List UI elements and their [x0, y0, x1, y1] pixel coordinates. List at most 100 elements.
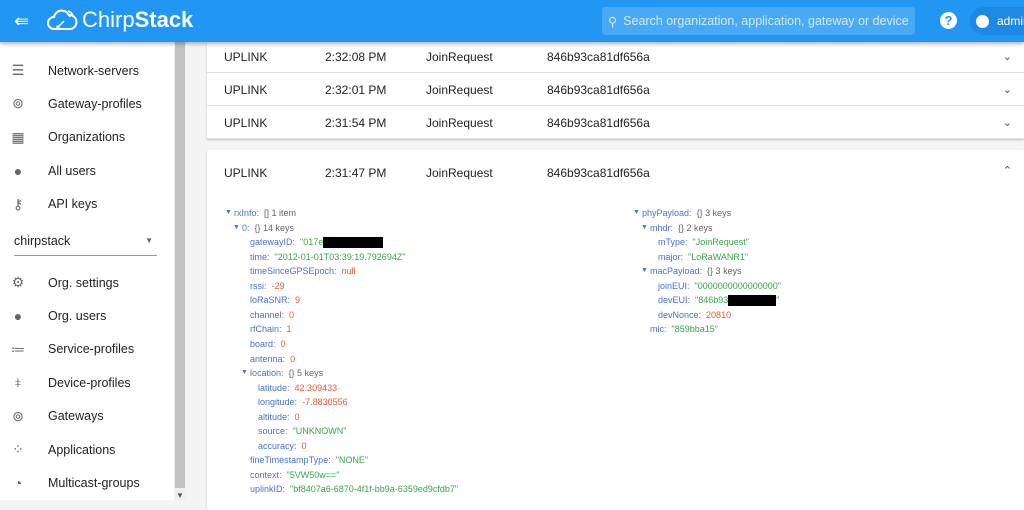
json-key: timeSinceGPSEpoch: [250, 266, 335, 277]
json-node-channel: channel: 0: [250, 309, 295, 320]
sidebar-item-device-profiles[interactable]: ⧧ Device-profiles: [0, 366, 174, 399]
redaction-block: [323, 237, 384, 249]
sidebar-item-api-keys[interactable]: ⚷ API keys: [0, 188, 174, 221]
json-node-macpayload[interactable]: ▼ macPayload: {} 3 keys: [641, 265, 742, 277]
json-key: uplinkID: [250, 484, 283, 495]
frame-row[interactable]: UPLINK 2:32:08 PM JoinRequest 846b93ca81df6…: [207, 40, 1024, 73]
json-node-mhdr[interactable]: ▼ mhdr: {} 2 keys: [641, 222, 713, 234]
chevron-down-icon[interactable]: ⌄: [1003, 83, 1012, 96]
json-node-rxinfo[interactable]: ▼ rxInfo: [] 1 item: [225, 207, 297, 219]
json-node-0[interactable]: ▼ 0: {} 14 keys: [233, 222, 295, 234]
direction: UPLINK: [224, 83, 268, 97]
organization-select[interactable]: chirpstack ▼: [14, 234, 157, 256]
json-node-longitude: longitude: -7.8830556: [258, 397, 348, 408]
json-node-antenna: antenna: 0: [250, 353, 296, 364]
json-value: -7.8830556: [302, 397, 348, 408]
chevron-down-icon[interactable]: ⌄: [1003, 116, 1012, 129]
frame-row[interactable]: UPLINK 2:31:54 PM JoinRequest 846b93ca81df6…: [207, 106, 1024, 139]
json-meta: {} 2 keys: [678, 222, 713, 233]
json-node-accuracy: accuracy: 0: [258, 440, 307, 451]
json-value: "859bba15": [671, 324, 718, 335]
sidebar-item-org-settings[interactable]: ⚙ Org. settings: [0, 266, 174, 299]
json-value: 0: [290, 353, 296, 364]
person-icon: ●: [13, 307, 23, 324]
json-key: mType: [658, 237, 686, 248]
gear-icon: ⚙: [11, 274, 25, 290]
json-node-major: major: "LoRaWANR1": [658, 251, 749, 262]
json-node-location[interactable]: ▼ location: {} 5 keys: [241, 367, 323, 379]
sidebar-item-label: Applications: [48, 442, 116, 457]
key-icon: ⚷: [12, 195, 24, 212]
grid-icon: ⁘: [12, 441, 24, 457]
direction: UPLINK: [224, 166, 268, 180]
json-node-phypayload[interactable]: ▼ phyPayload: {} 3 keys: [633, 207, 731, 219]
json-key: phyPayload: [642, 208, 690, 218]
chirpstack-logo[interactable]: ChirpStack: [46, 7, 193, 33]
dev-eui: 846b93ca81df656a: [547, 50, 650, 64]
sidebar-item-gateway-profiles[interactable]: ⊚ Gateway-profiles: [0, 87, 174, 120]
collapse-menu-icon[interactable]: ⇚: [14, 11, 29, 32]
json-value: "LoRaWANR1": [688, 251, 749, 262]
sidebar-item-label: Network-servers: [48, 63, 139, 78]
json-node-board: board: 0: [250, 338, 286, 349]
time: 2:31:47 PM: [325, 166, 387, 180]
expand-triangle-icon[interactable]: ▼: [641, 222, 648, 234]
json-value: 0: [294, 411, 300, 422]
json-meta: {} 14 keys: [254, 222, 295, 233]
json-key: loRaSNR: [250, 295, 288, 306]
search-placeholder: Search organization, application, gatewa…: [623, 14, 909, 28]
sidebar-item-label: API keys: [48, 197, 98, 212]
sidebar-item-all-users[interactable]: ● All users: [0, 154, 174, 187]
rss-icon: ◔: [13, 474, 23, 491]
json-key: mhdr: [650, 222, 671, 233]
sliders-icon: ⧧: [14, 374, 22, 391]
frame-row[interactable]: UPLINK 2:32:01 PM JoinRequest 846b93ca81df6…: [207, 73, 1024, 106]
scroll-down-icon[interactable]: ▼: [176, 491, 184, 500]
json-value: "UNKNOWN": [292, 426, 347, 437]
json-value: 20810: [706, 309, 732, 320]
json-node-joineui: joinEUI: "0000000000000000": [658, 280, 782, 291]
building-icon: ▦: [11, 128, 25, 145]
json-key: mic: [650, 324, 664, 335]
scrollbar-thumb[interactable]: [175, 42, 185, 488]
expand-triangle-icon[interactable]: ▼: [241, 367, 248, 379]
json-node-rssi: rssi: -29: [250, 280, 285, 291]
json-node-rfchain: rfChain: 1: [250, 324, 292, 335]
frame-row-expanded[interactable]: UPLINK 2:31:47 PM JoinRequest 846b93ca81df6…: [207, 150, 1024, 194]
chevron-up-icon[interactable]: ⌃: [1003, 164, 1012, 177]
json-node-lorasnr: loRaSNR: 9: [250, 295, 301, 306]
json-value: "JoinRequest": [692, 237, 749, 248]
user-menu-button[interactable]: admin: [970, 7, 1024, 35]
json-node-altitude: altitude: 0: [258, 411, 300, 422]
expand-triangle-icon[interactable]: ▼: [641, 265, 648, 277]
help-icon[interactable]: ?: [940, 12, 957, 29]
json-node-mtype: mType: "JoinRequest": [658, 237, 749, 248]
expanded-frame: UPLINK 2:31:47 PM JoinRequest 846b93ca81df6…: [207, 150, 1024, 510]
expand-triangle-icon[interactable]: ▼: [633, 207, 640, 219]
expand-triangle-icon[interactable]: ▼: [225, 207, 232, 219]
sidebar-item-multicast-groups[interactable]: ◔ Multicast-groups: [0, 466, 174, 499]
expand-triangle-icon[interactable]: ▼: [233, 222, 240, 234]
json-key: major: [658, 251, 681, 262]
json-key: context: [250, 469, 280, 480]
sidebar-scrollbar[interactable]: ▼: [174, 42, 186, 500]
sidebar-item-service-profiles[interactable]: ≔ Service-profiles: [0, 333, 174, 366]
json-node-finetimestamptype: fineTimestampType: "NONE": [250, 455, 369, 466]
search-input[interactable]: ⚲ Search organization, application, gatew…: [602, 7, 915, 35]
json-meta: [] 1 item: [264, 208, 297, 218]
message-type: JoinRequest: [426, 166, 493, 180]
message-type: JoinRequest: [426, 83, 493, 97]
sidebar-item-org-users[interactable]: ● Org. users: [0, 299, 174, 332]
dev-eui: 846b93ca81df656a: [547, 83, 650, 97]
sidebar-item-gateways[interactable]: ⊚ Gateways: [0, 400, 174, 433]
json-node-devnonce: devNonce: 20810: [658, 309, 732, 320]
sidebar-item-applications[interactable]: ⁘ Applications: [0, 433, 174, 466]
sidebar-item-label: Service-profiles: [48, 342, 135, 357]
dropdown-arrow-icon: ▼: [145, 236, 153, 245]
brand-light: Chirp: [82, 7, 135, 32]
sidebar-item-label: Org. users: [48, 308, 107, 323]
chevron-down-icon[interactable]: ⌄: [1003, 50, 1012, 63]
sidebar-item-network-servers[interactable]: ☰ Network-servers: [0, 54, 174, 87]
sidebar-item-organizations[interactable]: ▦ Organizations: [0, 121, 174, 154]
sidebar-item-label: Gateway-profiles: [48, 96, 142, 111]
